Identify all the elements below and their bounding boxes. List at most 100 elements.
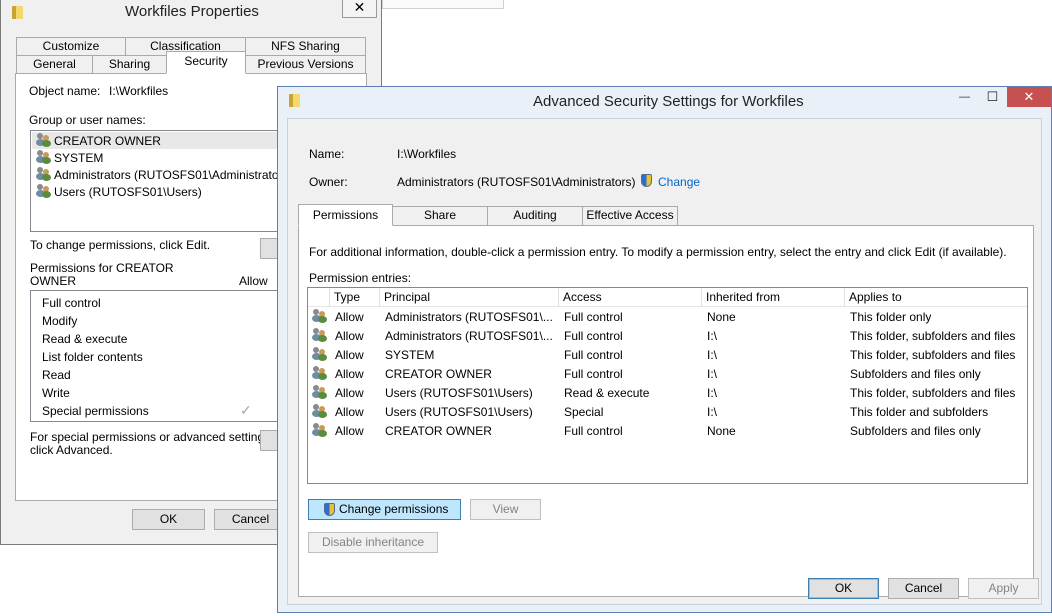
column-header-principal[interactable]: Principal bbox=[380, 288, 559, 307]
cell-access: Full control bbox=[564, 348, 623, 362]
uac-shield-icon bbox=[324, 503, 335, 516]
cell-principal: SYSTEM bbox=[385, 348, 435, 362]
cell-applies-to: This folder, subfolders and files bbox=[850, 386, 1016, 400]
object-name-label: Object name: bbox=[29, 84, 101, 98]
table-row[interactable]: Allow Administrators (RUTOSFS01\... Full c… bbox=[308, 307, 1027, 326]
table-row[interactable]: Allow SYSTEM Full control I:\ This folder, s… bbox=[308, 345, 1027, 364]
users-icon bbox=[36, 150, 51, 164]
cell-principal: Users (RUTOSFS01\Users) bbox=[385, 405, 533, 419]
ok-button[interactable]: OK bbox=[132, 509, 205, 530]
change-permissions-button[interactable]: Change permissions bbox=[308, 499, 461, 520]
table-row[interactable]: Allow CREATOR OWNER Full control None Subfol… bbox=[308, 421, 1027, 440]
column-header-access[interactable]: Access bbox=[559, 288, 702, 307]
allow-column-header: Allow bbox=[239, 274, 268, 288]
tab-auditing[interactable]: Auditing bbox=[487, 206, 583, 226]
tab-customize[interactable]: Customize bbox=[16, 37, 126, 56]
owner-value: Administrators (RUTOSFS01\Administrators… bbox=[397, 175, 636, 189]
owner-label: Owner: bbox=[309, 175, 348, 189]
group-name: CREATOR OWNER bbox=[54, 134, 161, 148]
users-icon bbox=[312, 309, 327, 323]
column-header-icon bbox=[308, 288, 330, 307]
tab-sharing[interactable]: Sharing bbox=[92, 55, 167, 74]
cell-inherited-from: I:\ bbox=[707, 405, 718, 419]
uac-shield-icon bbox=[641, 174, 652, 187]
group-name: Users (RUTOSFS01\Users) bbox=[54, 185, 202, 199]
permission-item: Write bbox=[42, 386, 70, 400]
table-row[interactable]: Allow CREATOR OWNER Full control I:\ Subfold… bbox=[308, 364, 1027, 383]
permissions-for-label-line2: OWNER bbox=[30, 274, 76, 288]
cell-access: Full control bbox=[564, 329, 623, 343]
close-button[interactable]: ✕ bbox=[1007, 87, 1051, 107]
cell-applies-to: Subfolders and files only bbox=[850, 424, 981, 438]
group-name: Administrators (RUTOSFS01\Administrators… bbox=[54, 168, 293, 182]
dialog-client-area: Name: I:\Workfiles Owner: Administrators… bbox=[287, 118, 1042, 605]
cell-type: Allow bbox=[335, 386, 364, 400]
tab-general[interactable]: General bbox=[16, 55, 93, 74]
change-owner-link[interactable]: Change bbox=[658, 175, 700, 189]
permission-item: Full control bbox=[42, 296, 101, 310]
users-icon bbox=[36, 133, 51, 147]
window-title: Workfiles Properties bbox=[125, 3, 259, 20]
column-header-type[interactable]: Type bbox=[330, 288, 380, 307]
checkmark-icon: ✓ bbox=[240, 402, 252, 418]
cell-principal: Administrators (RUTOSFS01\... bbox=[385, 310, 553, 324]
cell-type: Allow bbox=[335, 310, 364, 324]
users-icon bbox=[312, 423, 327, 437]
users-icon bbox=[36, 184, 51, 198]
folder-icon bbox=[289, 94, 300, 107]
name-label: Name: bbox=[309, 147, 345, 161]
users-icon bbox=[312, 328, 327, 342]
cell-type: Allow bbox=[335, 424, 364, 438]
object-name-value: I:\Workfiles bbox=[109, 84, 169, 98]
tab-permissions[interactable]: Permissions bbox=[298, 204, 393, 226]
minimize-button[interactable]: — bbox=[951, 87, 978, 107]
permission-entries-label: Permission entries: bbox=[309, 271, 412, 285]
cell-type: Allow bbox=[335, 348, 364, 362]
group-or-user-names-label: Group or user names: bbox=[29, 113, 146, 127]
table-row[interactable]: Allow Users (RUTOSFS01\Users) Special I:\ Th… bbox=[308, 402, 1027, 421]
cell-principal: CREATOR OWNER bbox=[385, 424, 492, 438]
permission-item: List folder contents bbox=[42, 350, 143, 364]
cell-inherited-from: None bbox=[707, 424, 736, 438]
users-icon bbox=[312, 347, 327, 361]
window-title: Advanced Security Settings for Workfiles bbox=[533, 93, 804, 110]
permission-entries-table[interactable]: Type Principal Access Inherited from App… bbox=[307, 287, 1028, 484]
change-permissions-label: Change permissions bbox=[339, 502, 449, 516]
maximize-button[interactable]: ☐ bbox=[979, 87, 1006, 107]
cell-applies-to: This folder, subfolders and files bbox=[850, 329, 1016, 343]
table-body: Allow Administrators (RUTOSFS01\... Full c… bbox=[308, 307, 1027, 483]
title-bar[interactable]: Workfiles Properties ✕ bbox=[1, 0, 381, 27]
permission-item: Special permissions bbox=[42, 404, 149, 418]
table-row[interactable]: Allow Users (RUTOSFS01\Users) Read & execu… bbox=[308, 383, 1027, 402]
close-icon: ✕ bbox=[1023, 89, 1035, 104]
cell-type: Allow bbox=[335, 367, 364, 381]
column-header-applies-to[interactable]: Applies to bbox=[845, 288, 1027, 307]
tab-share[interactable]: Share bbox=[392, 206, 488, 226]
cell-type: Allow bbox=[335, 405, 364, 419]
ok-button[interactable]: OK bbox=[808, 578, 879, 599]
cell-principal: Administrators (RUTOSFS01\... bbox=[385, 329, 553, 343]
advanced-hint-line2: click Advanced. bbox=[30, 443, 113, 457]
cell-inherited-from: I:\ bbox=[707, 348, 718, 362]
minimize-icon: — bbox=[959, 91, 970, 103]
tab-effective-access[interactable]: Effective Access bbox=[582, 206, 678, 226]
permission-item: Modify bbox=[42, 314, 78, 328]
name-value: I:\Workfiles bbox=[397, 147, 457, 161]
title-bar[interactable]: Advanced Security Settings for Workfiles… bbox=[278, 87, 1051, 113]
close-button[interactable]: ✕ bbox=[342, 0, 377, 18]
disable-inheritance-button[interactable]: Disable inheritance bbox=[308, 532, 438, 553]
cell-inherited-from: I:\ bbox=[707, 329, 718, 343]
tab-previous-versions[interactable]: Previous Versions bbox=[245, 55, 366, 74]
advanced-hint-line1: For special permissions or advanced sett… bbox=[30, 430, 274, 444]
view-button[interactable]: View bbox=[470, 499, 541, 520]
table-row[interactable]: Allow Administrators (RUTOSFS01\... Full c… bbox=[308, 326, 1027, 345]
group-name: SYSTEM bbox=[54, 151, 104, 165]
cancel-button[interactable]: Cancel bbox=[888, 578, 959, 599]
maximize-icon: ☐ bbox=[986, 89, 999, 104]
column-header-inherited-from[interactable]: Inherited from bbox=[702, 288, 845, 307]
cell-applies-to: This folder, subfolders and files bbox=[850, 348, 1016, 362]
apply-button[interactable]: Apply bbox=[968, 578, 1039, 599]
cell-principal: Users (RUTOSFS01\Users) bbox=[385, 386, 533, 400]
tab-nfs-sharing[interactable]: NFS Sharing bbox=[245, 37, 366, 56]
tab-security[interactable]: Security bbox=[166, 51, 246, 74]
